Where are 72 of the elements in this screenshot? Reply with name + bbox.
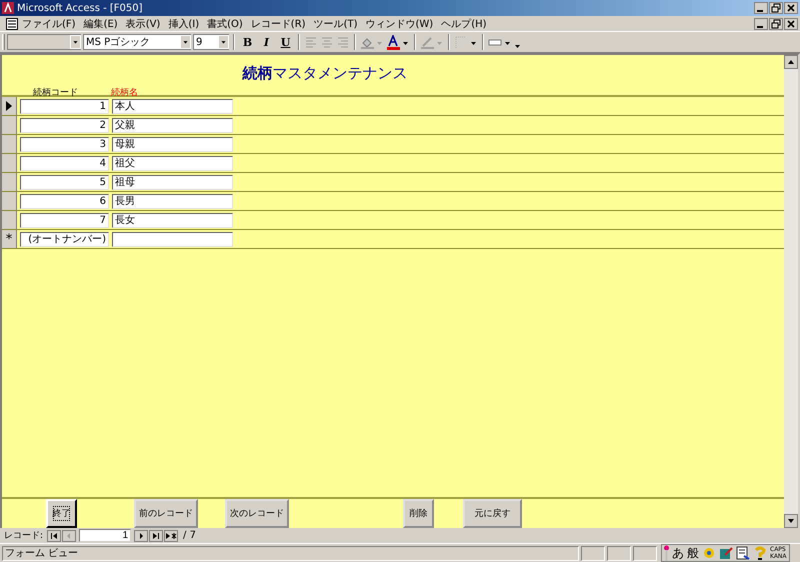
font-name-dropdown[interactable]: MS Pゴシック — [83, 34, 191, 50]
restore-icon[interactable] — [769, 18, 783, 30]
font-size-dropdown[interactable]: 9 — [193, 34, 229, 50]
help-icon[interactable] — [753, 546, 767, 560]
column-label: 続柄コード — [33, 86, 79, 99]
scroll-up-icon[interactable] — [784, 55, 798, 69]
pad-icon[interactable] — [736, 546, 750, 560]
window-title: Microsoft Access - [F050] — [17, 2, 143, 14]
form-icon[interactable] — [6, 18, 18, 30]
status-panel — [581, 546, 605, 560]
border-icon[interactable] — [454, 34, 478, 50]
format-button[interactable]: I — [258, 34, 275, 50]
form-button[interactable]: 削除 — [403, 499, 434, 528]
name-field[interactable]: 母親 — [112, 136, 233, 152]
status-text: フォーム ビュー — [2, 546, 579, 560]
close-icon[interactable] — [784, 18, 798, 30]
code-field[interactable]: 3 — [20, 136, 109, 152]
code-field[interactable]: (オートナンバー) — [20, 232, 109, 246]
form-title: 続柄マスタメンテナンス — [241, 64, 408, 83]
record-number-field[interactable]: 1 — [79, 529, 132, 542]
ime-mode[interactable]: 般 — [687, 544, 699, 562]
status-panel — [633, 546, 657, 560]
name-field[interactable]: 祖母 — [112, 174, 233, 190]
app-icon — [2, 2, 14, 14]
menu-item[interactable]: ヘルプ(H) — [437, 16, 491, 30]
code-field[interactable]: 1 — [20, 98, 109, 114]
code-field[interactable]: 7 — [20, 212, 109, 228]
scroll-down-icon[interactable] — [784, 514, 798, 528]
first-record-icon[interactable] — [47, 530, 62, 542]
menu-item[interactable]: 表示(V) — [122, 16, 164, 30]
font-color-icon[interactable] — [386, 34, 410, 50]
menu-item[interactable]: ツール(T) — [310, 16, 362, 30]
menu-item[interactable]: ファイル(F) — [18, 16, 80, 30]
close-icon[interactable] — [784, 2, 798, 14]
object-dropdown[interactable] — [7, 34, 81, 50]
name-field[interactable]: 本人 — [112, 98, 233, 114]
new-record-icon[interactable] — [164, 530, 178, 542]
code-field[interactable]: 5 — [20, 174, 109, 190]
code-field[interactable]: 2 — [20, 118, 109, 132]
minimize-icon[interactable] — [754, 18, 768, 30]
current-record-icon — [6, 101, 12, 111]
menu-item[interactable]: 挿入(I) — [164, 16, 204, 30]
name-field[interactable]: 長女 — [112, 212, 233, 228]
form-button[interactable]: 前のレコード — [134, 499, 198, 528]
name-field[interactable]: 長男 — [112, 194, 233, 208]
menu-item[interactable]: レコード(R) — [246, 16, 310, 30]
record-count: / 7 — [183, 530, 196, 541]
line-color-icon[interactable] — [420, 34, 444, 50]
menu-item[interactable]: ウィンドウ(W) — [361, 16, 438, 30]
column-label: 続柄名 — [111, 86, 138, 99]
form-button[interactable]: 次のレコード — [225, 499, 289, 528]
restore-icon[interactable] — [769, 2, 783, 14]
code-field[interactable]: 4 — [20, 156, 109, 170]
form-button[interactable]: 元に戻す — [463, 499, 522, 528]
record-label: レコード: — [4, 530, 44, 542]
next-record-icon[interactable] — [134, 530, 148, 542]
name-field[interactable]: 祖父 — [112, 156, 233, 170]
new-record-marker: * — [6, 232, 12, 246]
name-field[interactable] — [112, 232, 233, 246]
code-field[interactable]: 6 — [20, 194, 109, 208]
record-selector[interactable] — [2, 97, 17, 115]
vertical-scrollbar[interactable] — [784, 55, 798, 528]
last-record-icon[interactable] — [149, 530, 164, 542]
name-field[interactable]: 父親 — [112, 118, 233, 132]
menu-item[interactable]: 編集(E) — [80, 16, 122, 30]
format-button[interactable]: U — [277, 34, 294, 50]
minimize-icon[interactable] — [754, 2, 768, 14]
format-button[interactable]: B — [239, 34, 256, 50]
menu-item[interactable]: 書式(O) — [203, 16, 247, 30]
ime-mode[interactable]: あ — [672, 544, 684, 562]
pin-icon — [664, 545, 669, 561]
status-panel — [607, 546, 631, 560]
